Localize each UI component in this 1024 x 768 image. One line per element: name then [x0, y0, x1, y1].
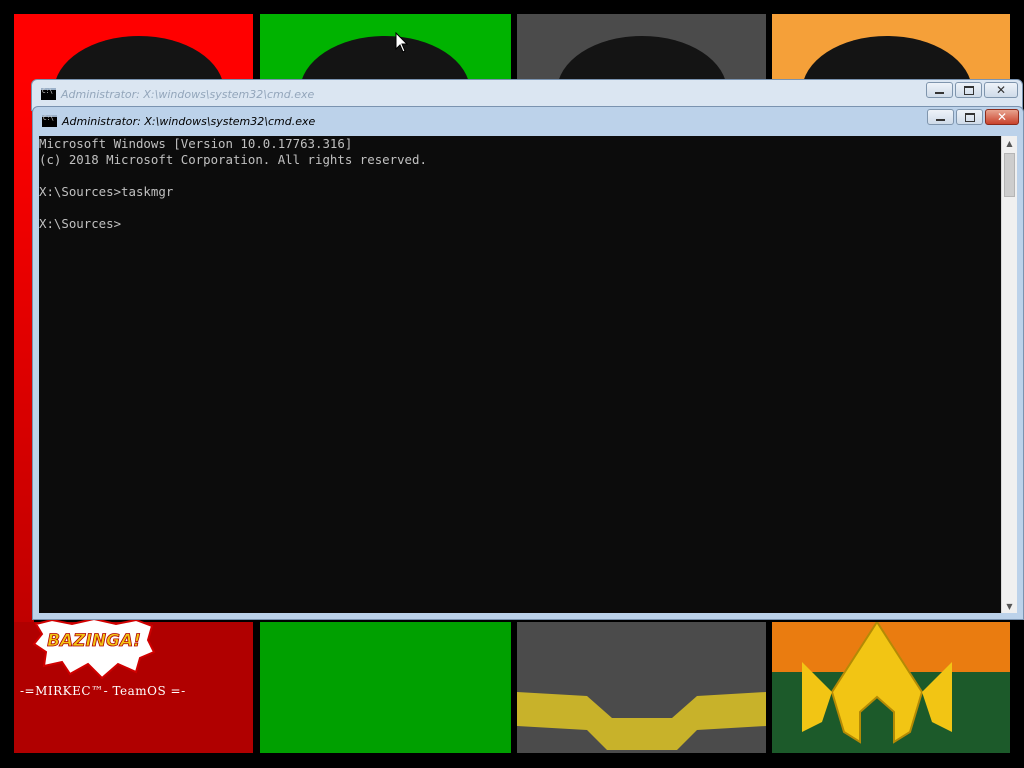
hero-silhouette: [300, 36, 470, 80]
close-button[interactable]: ✕: [984, 82, 1018, 98]
close-icon: ✕: [996, 110, 1008, 124]
wallpaper-red-top: [14, 14, 253, 80]
wallpaper-gray-bottom: [517, 622, 766, 753]
wallpaper-orange-top: [772, 14, 1010, 80]
minimize-icon: [935, 91, 944, 94]
gold-belt-shape: [517, 692, 766, 750]
hero-silhouette: [54, 36, 224, 80]
bazinga-text: BAZINGA!: [47, 631, 141, 651]
cmd-icon: [41, 88, 56, 100]
console-line: [39, 200, 1001, 216]
scroll-thumb[interactable]: [1004, 153, 1015, 197]
close-button[interactable]: ✕: [985, 109, 1019, 125]
window-title: Administrator: X:\windows\system32\cmd.e…: [61, 87, 315, 101]
close-icon: ✕: [995, 83, 1007, 97]
wallpaper-signature: -=MIRKEC™- TeamOS =-: [20, 684, 186, 698]
scroll-up-button[interactable]: ▲: [1002, 136, 1017, 150]
hero-silhouette: [557, 36, 727, 80]
maximize-icon: [964, 112, 975, 122]
titlebar[interactable]: Administrator: X:\windows\system32\cmd.e…: [32, 80, 1022, 108]
console-line: (c) 2018 Microsoft Corporation. All righ…: [39, 152, 427, 167]
minimize-icon: [936, 118, 945, 121]
wallpaper-gray-top: [517, 14, 766, 80]
console-line: [39, 168, 1001, 184]
chevron-down-icon: ▼: [1006, 601, 1013, 611]
minimize-button[interactable]: [927, 109, 954, 125]
wallpaper-red-strip: [14, 80, 34, 622]
titlebar[interactable]: Administrator: X:\windows\system32\cmd.e…: [33, 107, 1023, 135]
cmd-window[interactable]: Administrator: X:\windows\system32\cmd.e…: [32, 106, 1024, 620]
minimize-button[interactable]: [926, 82, 953, 98]
maximize-button[interactable]: [956, 109, 983, 125]
console-output[interactable]: Microsoft Windows [Version 10.0.17763.31…: [39, 136, 1001, 613]
mouse-cursor-icon: [395, 32, 409, 53]
wallpaper-orange-bottom: [772, 622, 1010, 753]
wallpaper-green-top: [260, 14, 511, 80]
console-line: Microsoft Windows [Version 10.0.17763.31…: [39, 136, 353, 151]
vertical-scrollbar[interactable]: ▲ ▼: [1001, 136, 1017, 613]
maximize-icon: [963, 85, 974, 95]
window-title: Administrator: X:\windows\system32\cmd.e…: [62, 114, 316, 128]
cmd-icon: [42, 115, 57, 127]
chevron-up-icon: ▲: [1006, 138, 1013, 148]
scroll-down-button[interactable]: ▼: [1002, 599, 1017, 613]
aquaman-emblem: [802, 622, 952, 744]
wallpaper-green-bottom: [260, 622, 511, 753]
bazinga-logo: BAZINGA!: [32, 618, 156, 680]
console-line: X:\Sources>taskmgr: [39, 184, 174, 199]
hero-silhouette: [802, 36, 972, 80]
console-prompt[interactable]: X:\Sources>: [39, 216, 1001, 232]
maximize-button[interactable]: [955, 82, 982, 98]
